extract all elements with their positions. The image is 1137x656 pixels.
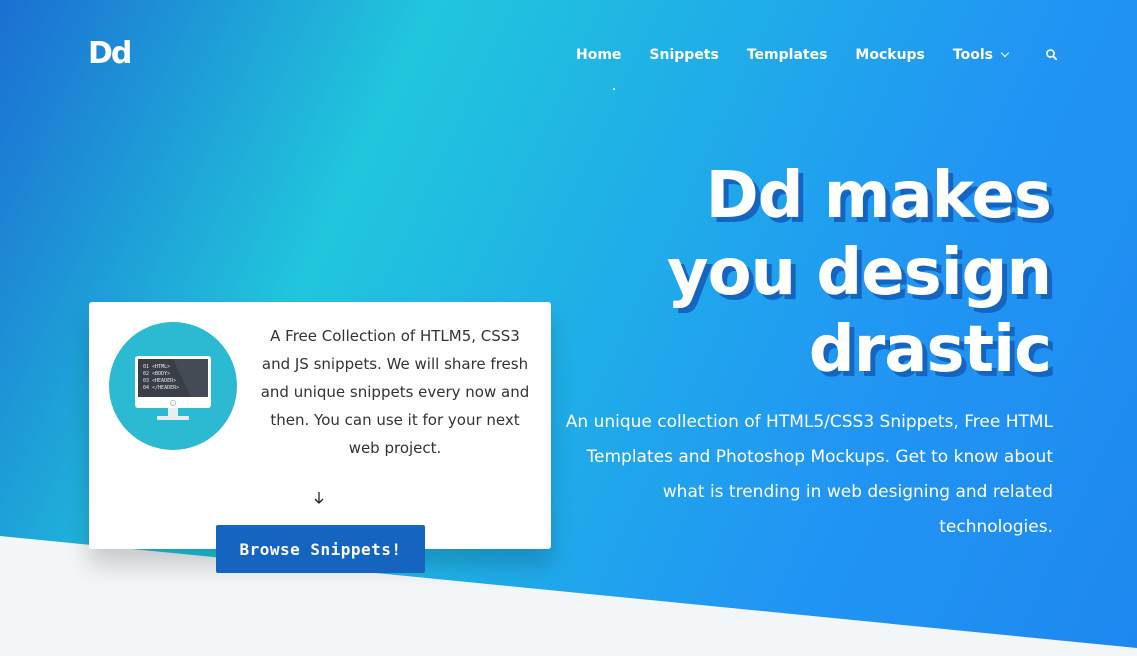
- nav-item-home[interactable]: Home: [576, 45, 621, 65]
- code-line-3: 03 <HEADER>: [143, 378, 176, 384]
- hero-subtext: An unique collection of HTML5/CSS3 Snipp…: [565, 412, 1053, 537]
- search-icon[interactable]: [1044, 47, 1060, 63]
- browse-snippets-button[interactable]: Browse Snippets!: [216, 525, 425, 573]
- intro-card: 01 <HTML> 02 <BODY> 03 <HEADER> 04 </HEA…: [89, 302, 551, 549]
- nav-item-snippets[interactable]: Snippets: [649, 45, 718, 65]
- search-icon-graphic: [1046, 49, 1058, 61]
- monitor-illustration-icon: 01 <HTML> 02 <BODY> 03 <HEADER> 04 </HEA…: [109, 322, 237, 450]
- headline-line-1: Dd makes: [705, 159, 1052, 233]
- code-line-4: 04 </HEADER>: [143, 385, 179, 391]
- headline-line-2: you design: [666, 236, 1052, 310]
- headline-line-3: drastic: [808, 313, 1052, 387]
- chevron-down-icon: [1000, 48, 1010, 58]
- code-line-2: 02 <BODY>: [143, 371, 170, 377]
- main-nav: Home Snippets Templates Mockups Tools: [576, 45, 1060, 65]
- hero-section: Dd Home Snippets Templates Mockups Tools…: [0, 0, 1137, 656]
- nav-item-mockups[interactable]: Mockups: [855, 45, 924, 65]
- nav-item-tools-label: Tools: [952, 47, 993, 63]
- nav-item-templates[interactable]: Templates: [747, 45, 828, 65]
- hero-headline: Dd makes you design drastic: [531, 158, 1052, 389]
- arrow-down-icon: [311, 490, 327, 506]
- nav-item-tools[interactable]: Tools: [952, 45, 1010, 65]
- code-line-1: 01 <HTML>: [143, 364, 170, 370]
- card-description: A Free Collection of HTLM5, CSS3 and JS …: [260, 327, 530, 457]
- active-nav-indicator: [613, 88, 615, 90]
- brand-logo[interactable]: Dd: [88, 38, 132, 70]
